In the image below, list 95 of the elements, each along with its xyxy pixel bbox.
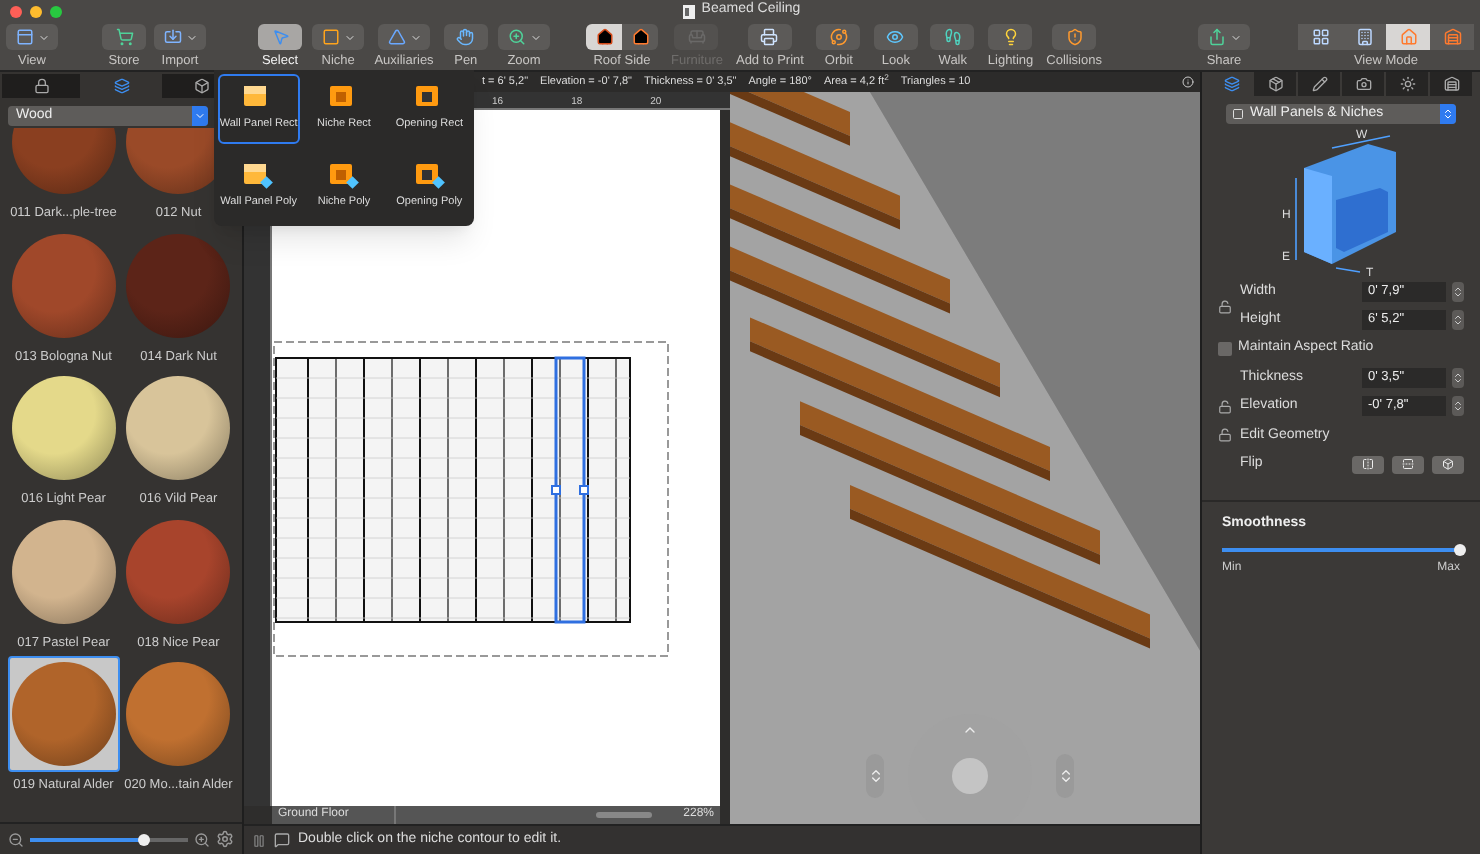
wall-block-drawing [1303,144,1395,264]
zoom-window-button[interactable] [50,5,62,17]
dimension-line [1330,135,1390,149]
document-icon [681,3,696,19]
niche-icon [321,28,340,46]
toolbar-button[interactable] [873,24,918,50]
view-mode-button[interactable] [1342,24,1386,50]
panel-icon [1232,108,1244,120]
toolbar-button[interactable] [378,24,430,50]
aux-icon [387,28,405,46]
walk-icon [943,28,962,46]
toolbar-button[interactable] [498,24,550,50]
caret-icon [343,31,356,43]
info-icon[interactable] [1182,76,1194,88]
message-icon [274,832,290,848]
horizontal-scrollbar[interactable] [596,812,652,818]
flip-horizontal-button[interactable] [1352,455,1384,474]
tab-icon [1355,76,1371,92]
caret-icon [529,31,541,43]
minimize-window-button[interactable] [30,5,42,17]
slider-thumb[interactable] [1454,544,1466,556]
slider-thumb[interactable] [137,833,150,845]
toolbar-button[interactable] [1052,24,1097,50]
close-window-button[interactable] [10,5,22,17]
link-lock-icon[interactable] [1218,299,1232,313]
tab-icon [1311,76,1327,92]
view-icon [15,28,33,46]
toolbar-button[interactable] [258,24,302,50]
tab-icon [1399,76,1415,92]
caret-icon [194,110,206,122]
toolbar-button[interactable] [930,24,975,50]
toolbar-button[interactable] [988,24,1033,50]
orbit-icon [829,28,848,46]
toolbar-button[interactable] [312,24,365,50]
inspector-tab[interactable] [1298,72,1340,96]
roof-icon [631,28,649,46]
checkbox[interactable] [1218,341,1232,356]
tab-icon [1267,76,1283,92]
view-mode-button[interactable] [1430,24,1474,50]
lock-icon[interactable] [1218,399,1232,414]
furniture-icon [687,28,706,46]
tab-icon [33,78,49,94]
stepper-icon [867,768,883,784]
settings-icon[interactable] [216,830,234,848]
flip-depth-button[interactable] [1432,455,1464,474]
roof-icon [595,28,613,46]
stepper[interactable] [1452,396,1464,417]
tab-icon [1443,76,1459,92]
inspector-tab[interactable] [1342,72,1384,96]
arrow-up-icon [962,722,978,738]
stepper-icon [1057,768,1073,784]
pause-icon [252,833,266,847]
import-icon [163,28,181,46]
inspector-tab[interactable] [1386,72,1428,96]
caret-icon [1229,31,1241,43]
toolbar-button[interactable] [443,24,488,50]
toolbar-button[interactable] [816,24,861,50]
share-icon [1207,28,1225,46]
zoom-in-icon[interactable] [194,831,210,847]
roof-side-button[interactable] [586,24,622,50]
tab-icon [113,78,129,94]
toolbar-button[interactable] [1198,24,1250,50]
roof-side-button[interactable] [622,24,658,50]
dimension-line [1294,177,1296,261]
look-icon [886,28,905,46]
inspector-tab[interactable] [1430,72,1472,96]
lock-icon[interactable] [1218,428,1232,443]
toolbar-button[interactable] [747,24,792,50]
stepper[interactable] [1452,309,1464,330]
toolbar-button[interactable] [154,24,206,50]
caret-icon [409,31,421,43]
collisions-icon [1065,28,1084,46]
view-mode-button[interactable] [1298,24,1342,50]
print-icon [760,28,779,46]
pen-icon [456,28,475,46]
zoom-out-icon[interactable] [8,831,24,847]
store-icon [115,28,133,46]
tab-icon [1223,76,1239,92]
flip-vertical-button[interactable] [1392,455,1424,474]
dimension-line [1334,267,1360,273]
box-icon [1442,458,1454,471]
lighting-icon [1001,28,1020,46]
stepper[interactable] [1452,282,1464,303]
zoom-icon [507,28,525,46]
stepper[interactable] [1452,367,1464,388]
caret-icon [37,31,49,43]
library-tab[interactable] [2,74,80,98]
flip-horizontal-icon [1362,458,1374,471]
flip-vertical-icon [1402,458,1414,471]
toolbar-button[interactable] [6,24,58,50]
caret-icon [185,31,197,43]
tab-icon [193,78,209,94]
inspector-tab[interactable] [1254,72,1296,96]
toolbar-button[interactable] [102,24,146,50]
select-icon [271,28,289,46]
